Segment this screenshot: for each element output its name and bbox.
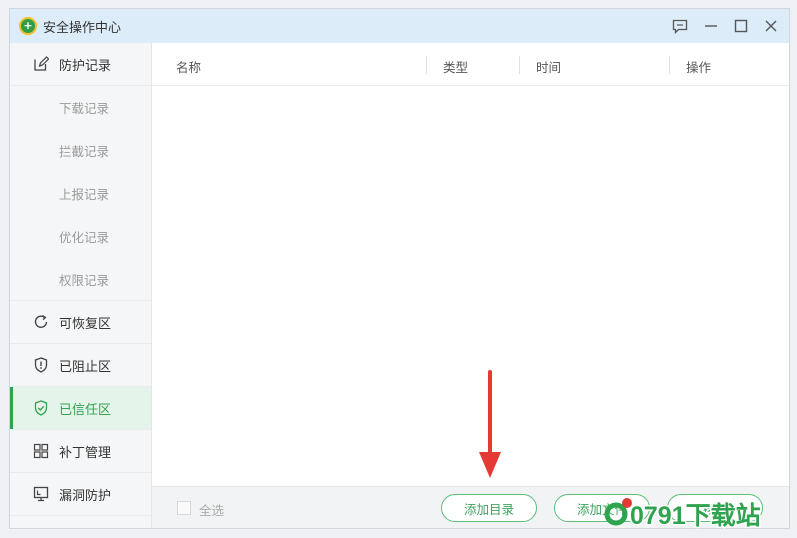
sidebar-item-report-log[interactable]: 上报记录 <box>10 172 151 215</box>
feedback-button[interactable] <box>670 16 690 36</box>
column-divider[interactable] <box>426 56 427 74</box>
watermark-text: 0791下载站 <box>630 502 761 530</box>
sidebar-item-label: 已信任区 <box>59 402 112 418</box>
column-header-name[interactable]: 名称 <box>176 57 201 76</box>
sidebar-item-label: 防护记录 <box>59 58 112 74</box>
sidebar-item-vulnerability-protection[interactable]: 漏洞防护 <box>10 473 151 516</box>
watermark: 0791下载站 <box>598 494 793 534</box>
add-directory-label: 添加目录 <box>463 501 514 517</box>
sidebar-item-blocked[interactable]: 已阻止区 <box>10 344 151 387</box>
minimize-icon <box>705 25 717 27</box>
sidebar-item-optimize-log[interactable]: 优化记录 <box>10 215 151 258</box>
minimize-button[interactable] <box>701 16 721 36</box>
sidebar-item-label: 上报记录 <box>59 187 110 202</box>
sidebar-item-patch-management[interactable]: 补丁管理 <box>10 430 151 473</box>
window-title: 安全操作中心 <box>43 21 122 36</box>
feedback-icon <box>672 19 688 34</box>
sidebar-item-permission-log[interactable]: 权限记录 <box>10 258 151 301</box>
patch-icon <box>33 443 49 459</box>
security-center-window: + 安全操作中心 防护记录 下载记录 拦截记录 上报记录 优化记录 权限记录 可… <box>9 8 790 529</box>
sidebar-item-trusted[interactable]: 已信任区 <box>10 387 151 430</box>
shield-check-icon <box>33 400 49 416</box>
sidebar-item-label: 可恢复区 <box>59 316 112 332</box>
add-directory-button[interactable]: 添加目录 <box>441 494 537 522</box>
column-divider[interactable] <box>519 56 520 74</box>
maximize-button[interactable] <box>731 16 751 36</box>
table-header: 名称 类型 时间 操作 <box>152 43 789 86</box>
column-header-time[interactable]: 时间 <box>536 57 561 76</box>
column-header-action[interactable]: 操作 <box>686 57 711 76</box>
sidebar-item-label: 拦截记录 <box>59 144 110 159</box>
maximize-icon <box>734 19 748 33</box>
sidebar-item-download-log[interactable]: 下载记录 <box>10 86 151 129</box>
select-all-checkbox[interactable] <box>177 501 191 515</box>
sidebar-item-label: 已阻止区 <box>59 359 112 375</box>
shield-alert-icon <box>33 357 49 373</box>
restore-icon <box>33 314 49 330</box>
title-bar[interactable]: + 安全操作中心 <box>10 9 789 43</box>
column-divider[interactable] <box>669 56 670 74</box>
close-icon <box>765 20 777 32</box>
select-all-label[interactable]: 全选 <box>199 500 224 519</box>
app-logo-icon: + <box>19 17 37 35</box>
sidebar: 防护记录 下载记录 拦截记录 上报记录 优化记录 权限记录 可恢复区 已阻止区 <box>10 43 152 528</box>
sidebar-item-label: 漏洞防护 <box>59 488 112 504</box>
sidebar-item-label: 下载记录 <box>59 101 110 116</box>
sidebar-item-recoverable[interactable]: 可恢复区 <box>10 301 151 344</box>
sidebar-item-block-log[interactable]: 拦截记录 <box>10 129 151 172</box>
annotation-arrow-icon <box>479 370 501 478</box>
sidebar-item-label: 补丁管理 <box>59 445 112 461</box>
column-header-type[interactable]: 类型 <box>443 57 468 76</box>
sidebar-item-label: 权限记录 <box>59 272 110 288</box>
sidebar-item-label: 优化记录 <box>59 230 110 245</box>
close-button[interactable] <box>761 16 781 36</box>
edit-icon <box>33 56 49 72</box>
monitor-icon <box>33 486 49 502</box>
sidebar-item-protection-log[interactable]: 防护记录 <box>10 43 151 86</box>
